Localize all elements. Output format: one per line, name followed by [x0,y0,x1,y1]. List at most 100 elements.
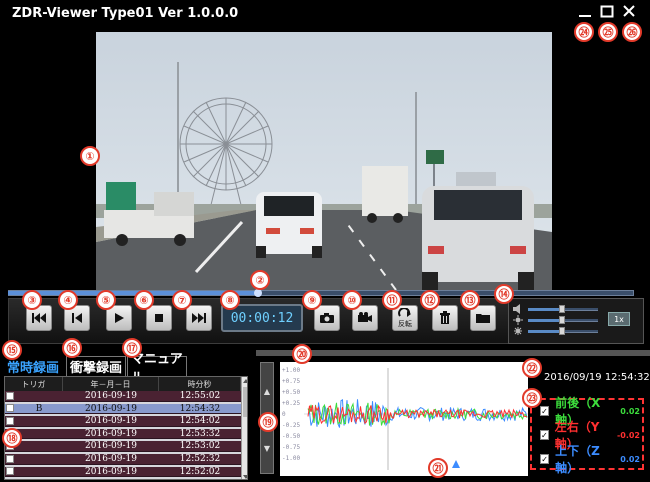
table-scrollbar[interactable] [241,377,247,479]
graph-ytick-label: +1.00 [282,367,300,374]
row-time: 12:54:02 [179,416,221,427]
callout-marker: ㉖ [622,22,642,42]
triangle-up-icon: ▲ [263,386,271,396]
callout-marker: ① [80,146,100,166]
volume-slider-fill [528,308,562,311]
table-row[interactable]: 2016-09-19 12:55:02 [5,391,241,402]
row-date: 2016-09-19 [85,441,137,452]
column-header-date[interactable]: 年－月－日 [63,377,159,391]
row-time: 12:55:02 [179,391,221,401]
maximize-button[interactable] [598,2,616,20]
row-time: 12:53:02 [179,441,221,452]
row-checkbox[interactable] [6,454,14,463]
callout-marker: ⑰ [122,338,142,358]
contrast-slider-thumb[interactable] [558,327,565,335]
triangle-down-icon: ▼ [263,443,271,453]
table-row[interactable]: 2016-09-19 12:54:02 [5,416,241,427]
table-row[interactable]: 2016-09-19 12:53:02 [5,441,241,452]
skip-forward-button[interactable] [186,305,212,331]
minimize-icon [579,15,591,17]
brightness-slider-fill [528,319,562,322]
row-checkbox[interactable] [6,391,14,400]
row-trigger [15,416,63,426]
file-table: トリガ 年－月－日 時分秒 2016-09-19 12:55:02 B 2016-09… [4,376,248,480]
volume-slider-thumb[interactable] [558,305,565,313]
row-time: 12:53:32 [179,428,221,439]
table-header: トリガ 年－月－日 時分秒 [5,377,241,391]
row-trigger [15,391,63,401]
callout-marker: ⑭ [494,284,514,304]
scrollbar-arrows [243,379,247,479]
video-scene [96,32,552,290]
graph-ytick-label: +0.25 [282,400,300,407]
callout-marker: ⑫ [420,290,440,310]
table-row[interactable]: 2016-09-19 12:53:32 [5,428,241,440]
row-date: 2016-09-19 [85,416,137,427]
tab-manual[interactable]: マニュアル [127,352,187,386]
close-button[interactable] [620,2,638,20]
graph-ytick-label: -1.00 [282,455,300,462]
video-record-icon [358,312,372,322]
row-date: 2016-09-19 [85,403,137,414]
row-date: 2016-09-19 [85,391,137,401]
graph-ytick-label: +0.50 [282,389,300,396]
axis-x-checkbox[interactable]: ✓ [540,406,550,416]
callout-marker: ⑯ [62,338,82,358]
callout-marker: ③ [22,290,42,310]
graph-ytick-label: -0.75 [282,444,300,451]
column-header-trigger[interactable]: トリガ [5,377,63,391]
axis-z-label: 上下（Z軸） [555,444,600,475]
close-icon [623,5,635,17]
callout-marker: ㉕ [598,22,618,42]
callout-marker: ㉓ [522,388,542,408]
graph-ytick-label: 0 [282,411,286,418]
table-row[interactable]: 2016-09-19 12:52:02 [5,466,241,478]
graph-datetime: 2016/09/19 12:54:32 [544,372,650,383]
callout-marker: ⑮ [2,340,22,360]
row-checkbox[interactable] [6,467,14,476]
prev-frame-icon [72,313,82,323]
axis-y-checkbox[interactable]: ✓ [540,430,549,440]
row-checkbox[interactable] [6,416,14,425]
graph-ytick-label: -0.50 [282,433,300,440]
callout-marker: ⑧ [220,290,240,310]
table-row[interactable]: B 2016-09-19 12:54:32 [5,403,241,415]
row-checkbox[interactable] [6,404,14,413]
callout-marker: ㉑ [428,458,448,478]
minimize-button[interactable] [576,2,594,20]
snapshot-button[interactable] [314,305,340,331]
row-trigger [15,441,63,451]
table-row[interactable]: 2016-09-19 12:52:32 [5,454,241,465]
callout-marker: ⑳ [292,344,312,364]
column-header-time[interactable]: 時分秒 [159,377,241,391]
callout-marker: ⑪ [382,290,402,310]
maximize-icon [600,5,614,18]
graph-ytick-label: +0.75 [282,378,300,385]
row-time: 12:52:32 [179,454,221,464]
acceleration-graph-plot: +1.00 +0.75 +0.50 +0.25 0 -0.25 -0.50 -0.75 -1.0… [282,367,528,470]
play-icon [115,313,124,323]
delete-button[interactable] [432,305,458,331]
axis-row-z: ✓ 上下（Z軸） 0.02 [540,444,640,475]
brightness-slider-thumb[interactable] [558,316,565,324]
graph-position-marker [452,460,460,468]
speed-button[interactable]: 1x [608,312,630,326]
row-trigger: B [35,403,43,414]
volume-icon [513,304,520,314]
brightness-icon [513,315,523,325]
skip-forward-icon [192,313,206,323]
app-title: ZDR-Viewer Type01 Ver 1.0.0.0 [12,6,239,21]
flip-label: 反転 [398,320,412,328]
tab-impact-recording[interactable]: 衝撃録画 [66,356,126,376]
contrast-slider-fill [528,330,562,333]
row-date: 2016-09-19 [85,454,137,464]
stop-icon [155,314,163,322]
callout-marker: ㉒ [522,358,542,378]
contrast-icon [514,327,522,335]
callout-marker: ㉔ [574,22,594,42]
stop-button[interactable] [146,305,172,331]
axis-legend-panel: ✓ 前後（X軸） 0.02 ✓ 左右（Y軸） -0.02 ✓ 上下（Z軸） 0.… [530,396,644,475]
folder-icon [476,314,490,323]
axis-z-checkbox[interactable]: ✓ [540,454,550,464]
callout-marker: ⑦ [172,290,192,310]
